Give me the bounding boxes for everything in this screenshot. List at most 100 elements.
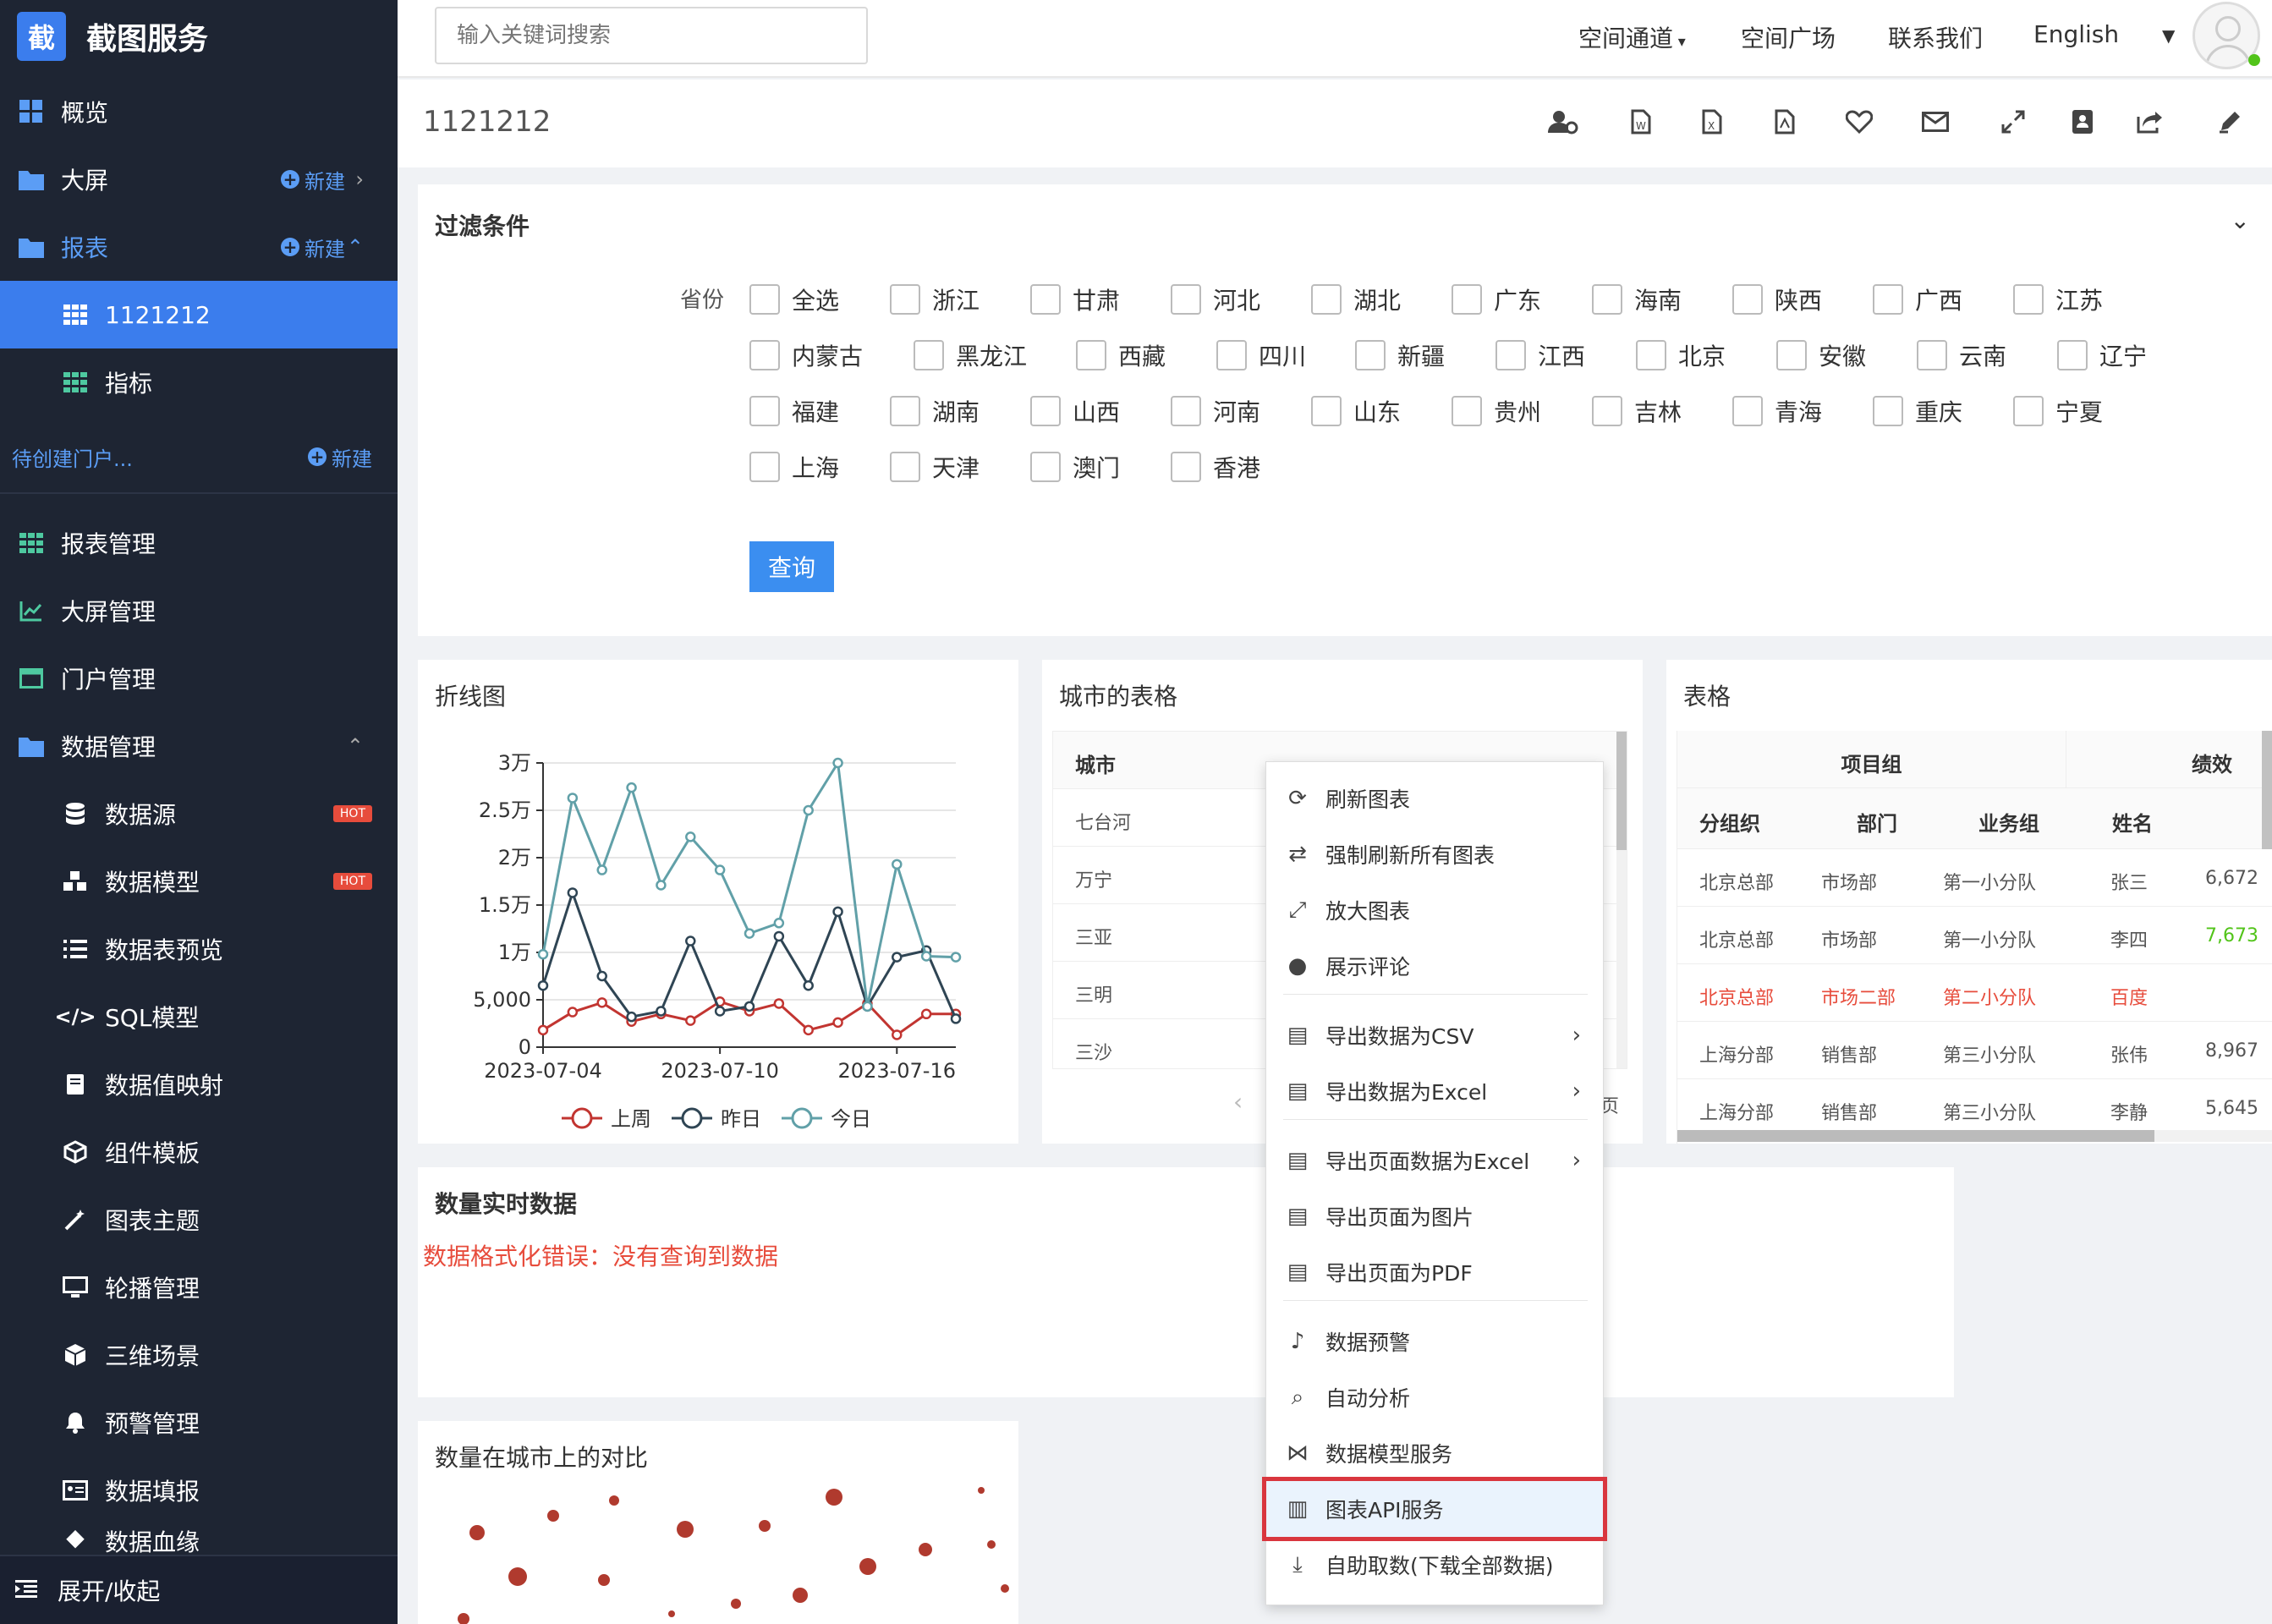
checkbox-box[interactable]	[749, 340, 780, 370]
province-checkbox[interactable]: 内蒙古	[749, 338, 863, 372]
province-checkbox[interactable]: 广东	[1452, 283, 1541, 316]
data-point[interactable]	[567, 793, 579, 804]
new-report-button[interactable]: + 新建	[281, 233, 345, 262]
checkbox-box[interactable]	[1311, 396, 1342, 426]
sidebar-item-table-preview[interactable]: 数据表预览	[0, 915, 398, 983]
scatter-point[interactable]	[978, 1487, 985, 1494]
province-checkbox[interactable]: 西藏	[1076, 338, 1166, 372]
scatter-point[interactable]	[793, 1588, 808, 1603]
province-checkbox[interactable]: 香港	[1171, 450, 1260, 484]
vertical-scrollbar[interactable]	[2262, 731, 2272, 849]
legend-marker[interactable]	[571, 1107, 593, 1129]
data-point[interactable]	[950, 952, 962, 963]
contact-book-icon[interactable]	[2064, 103, 2101, 140]
province-checkbox[interactable]: 天津	[890, 450, 980, 484]
data-point[interactable]	[832, 906, 843, 918]
context-menu-item[interactable]: ▤ 导出页面数据为Excel ›	[1266, 1133, 1603, 1188]
table-row[interactable]: 上海分部 销售部 第三小分队 李静 5,645	[1677, 1079, 2272, 1137]
province-checkbox[interactable]: 海南	[1592, 283, 1682, 316]
data-point[interactable]	[744, 928, 755, 939]
province-checkbox[interactable]: 上海	[749, 450, 839, 484]
new-dashboard-button[interactable]: + 新建	[281, 165, 345, 195]
context-menu-item[interactable]: ⇄ 强制刷新所有图表	[1266, 826, 1603, 882]
province-checkbox[interactable]: 江苏	[2013, 283, 2103, 316]
legend-marker[interactable]	[791, 1107, 813, 1129]
context-menu-item[interactable]: ⋈ 数据模型服务	[1266, 1425, 1603, 1481]
checkbox-box[interactable]	[1636, 340, 1666, 370]
scatter-point[interactable]	[469, 1525, 485, 1540]
checkbox-box[interactable]	[1776, 340, 1807, 370]
checkbox-box[interactable]	[1495, 340, 1526, 370]
data-point[interactable]	[567, 887, 579, 898]
data-point[interactable]	[832, 1017, 843, 1029]
scrollbar[interactable]	[1616, 732, 1627, 1068]
data-point[interactable]	[537, 948, 549, 960]
context-menu-item[interactable]: ▤ 导出数据为CSV ›	[1266, 1007, 1603, 1063]
file-excel-icon[interactable]: X	[1693, 103, 1731, 140]
expand-icon[interactable]	[1995, 103, 2032, 140]
province-checkbox[interactable]: 辽宁	[2057, 338, 2147, 372]
scatter-point[interactable]	[609, 1495, 619, 1506]
checkbox-box[interactable]	[749, 452, 780, 482]
checkbox-box[interactable]	[1873, 396, 1903, 426]
legend-label[interactable]: 昨日	[721, 1107, 761, 1131]
sidebar-item-report[interactable]: 报表 + 新建 ⌃	[0, 213, 398, 281]
checkbox-box[interactable]	[1732, 284, 1763, 315]
sidebar-item-screen-management[interactable]: 大屏管理	[0, 577, 398, 645]
sidebar-item-value-mapping[interactable]: 数据值映射	[0, 1051, 398, 1118]
nav-space-plaza[interactable]: 空间广场	[1741, 20, 1836, 54]
sidebar-toggle[interactable]: 展开/收起	[0, 1555, 398, 1624]
sidebar-item-dashboard[interactable]: 大屏 + 新建 ›	[0, 145, 398, 213]
data-point[interactable]	[714, 864, 726, 875]
user-settings-icon[interactable]	[1545, 103, 1582, 140]
data-point[interactable]	[862, 1001, 873, 1012]
checkbox-box[interactable]	[1171, 284, 1201, 315]
province-checkbox[interactable]: 四川	[1216, 338, 1306, 372]
province-checkbox[interactable]: 青海	[1732, 394, 1822, 428]
data-point[interactable]	[685, 1015, 696, 1026]
scatter-point[interactable]	[1001, 1584, 1009, 1593]
checkbox-box[interactable]	[749, 396, 780, 426]
checkbox-box[interactable]	[1030, 396, 1061, 426]
data-point[interactable]	[950, 1013, 962, 1024]
province-checkbox[interactable]: 河南	[1171, 394, 1260, 428]
checkbox-box[interactable]	[749, 284, 780, 315]
sidebar-item-report-1121212[interactable]: 1121212	[0, 281, 398, 348]
province-checkbox[interactable]: 江西	[1495, 338, 1585, 372]
province-checkbox[interactable]: 澳门	[1030, 450, 1120, 484]
scatter-point[interactable]	[508, 1567, 527, 1586]
scatter-point[interactable]	[677, 1521, 694, 1538]
data-point[interactable]	[685, 831, 696, 842]
checkbox-box[interactable]	[1030, 452, 1061, 482]
data-point[interactable]	[773, 998, 785, 1009]
checkbox-box[interactable]	[1216, 340, 1247, 370]
checkbox-box[interactable]	[1171, 452, 1201, 482]
data-point[interactable]	[744, 1001, 755, 1012]
horizontal-scrollbar[interactable]	[1677, 1130, 2272, 1142]
checkbox-box[interactable]	[1592, 396, 1622, 426]
sidebar-item-overview[interactable]: 概览	[0, 78, 398, 145]
checkbox-box[interactable]	[1076, 340, 1106, 370]
sidebar-item-chart-theme[interactable]: 图表主题	[0, 1186, 398, 1254]
heart-icon[interactable]	[1841, 103, 1878, 140]
data-point[interactable]	[596, 970, 607, 982]
context-menu-item[interactable]: ⌕ 自动分析	[1266, 1369, 1603, 1425]
province-checkbox[interactable]: 河北	[1171, 283, 1260, 316]
column-header[interactable]: 部门	[1857, 807, 1897, 837]
data-point[interactable]	[920, 951, 932, 962]
data-point[interactable]	[832, 757, 843, 769]
checkbox-box[interactable]	[1452, 396, 1482, 426]
column-header[interactable]: 分组织	[1699, 807, 1760, 837]
chevron-right-icon[interactable]: ›	[355, 167, 364, 191]
sidebar-item-data-fill[interactable]: 数据填报	[0, 1457, 398, 1524]
data-point[interactable]	[626, 1011, 637, 1023]
table-row[interactable]: 上海分部 销售部 第三小分队 张伟 8,967	[1677, 1022, 2272, 1079]
data-point[interactable]	[803, 804, 814, 816]
province-checkbox[interactable]: 云南	[1917, 338, 2006, 372]
scatter-point[interactable]	[919, 1543, 932, 1556]
sidebar-item-data-management[interactable]: 数据管理 ⌃	[0, 712, 398, 780]
province-checkbox[interactable]: 宁夏	[2013, 394, 2103, 428]
legend-label[interactable]: 上周	[611, 1107, 651, 1131]
province-checkbox[interactable]: 新疆	[1355, 338, 1445, 372]
scatter-point[interactable]	[731, 1599, 741, 1609]
